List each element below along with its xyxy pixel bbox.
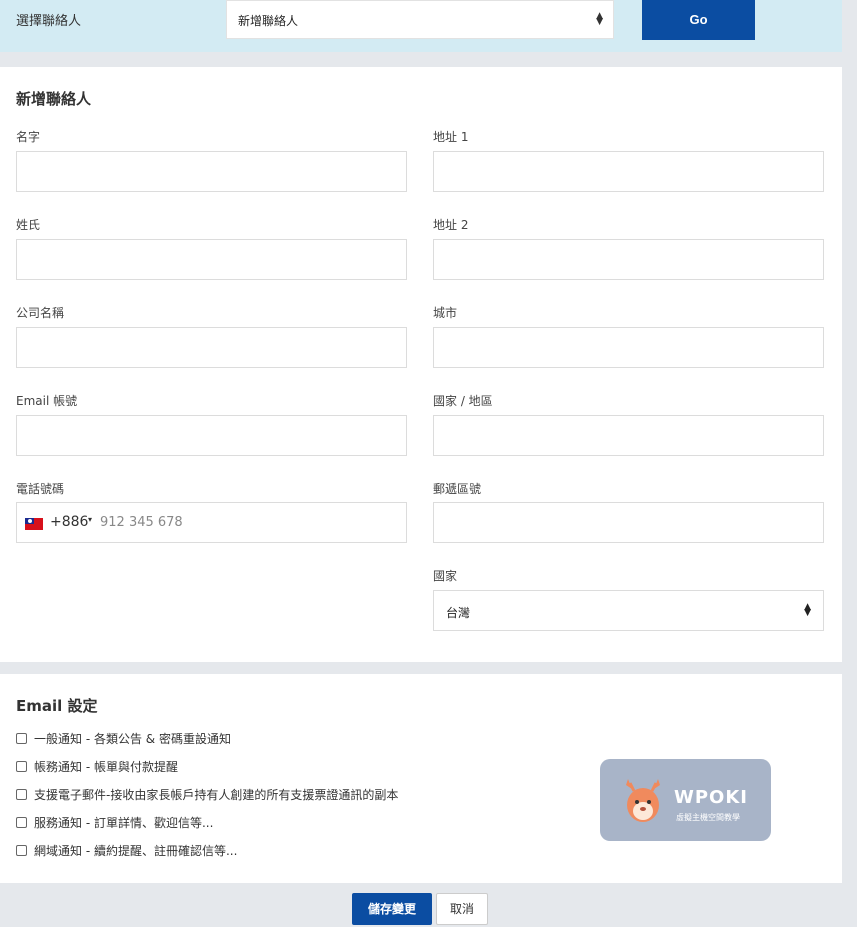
country-select-value: 台灣 [446, 606, 471, 620]
checkbox[interactable] [16, 817, 27, 828]
email-option-billing[interactable]: 帳務通知 - 帳單與付款提醒 [16, 758, 178, 775]
email-label: Email 帳號 [16, 394, 78, 408]
checkbox[interactable] [16, 789, 27, 800]
contact-select[interactable]: 新增聯絡人 ▲ ▼ [226, 0, 614, 39]
city-label: 城市 [433, 306, 458, 320]
phone-placeholder: 912 345 678 [100, 515, 183, 530]
region-input[interactable] [433, 415, 824, 456]
wpoki-watermark: WPOKI 虛擬主機空間教學 [600, 759, 771, 841]
email-settings-title: Email 設定 [16, 697, 98, 715]
deer-mascot-icon [626, 779, 660, 822]
checkbox[interactable] [16, 845, 27, 856]
checkbox[interactable] [16, 733, 27, 744]
email-option-general[interactable]: 一般通知 - 各類公告 & 密碼重設通知 [16, 730, 231, 747]
postcode-input[interactable] [433, 502, 824, 543]
contact-selector-bar: 選擇聯絡人 新增聯絡人 ▲ ▼ Go [0, 0, 842, 52]
dial-code-dropdown-icon[interactable]: ▾ [88, 515, 92, 524]
company-name-label: 公司名稱 [16, 306, 65, 320]
country-select[interactable]: 台灣 ▲ ▼ [433, 590, 824, 631]
email-option-domain[interactable]: 網域通知 - 續約提醒、註冊確認信等... [16, 842, 237, 859]
form-title: 新增聯絡人 [16, 90, 92, 108]
checkbox[interactable] [16, 761, 27, 772]
address2-input[interactable] [433, 239, 824, 280]
go-button[interactable]: Go [642, 0, 755, 40]
phone-input[interactable]: +886 ▾ 912 345 678 [16, 502, 407, 543]
select-updown-icon: ▲ ▼ [596, 11, 603, 27]
email-option-label: 一般通知 - 各類公告 & 密碼重設通知 [34, 732, 231, 746]
city-input[interactable] [433, 327, 824, 368]
last-name-input[interactable] [16, 239, 407, 280]
postcode-label: 郵遞區號 [433, 482, 482, 496]
first-name-label: 名字 [16, 130, 41, 144]
email-option-label: 支援電子郵件-接收由家長帳戶持有人創建的所有支援票證通訊的副本 [34, 788, 399, 802]
email-input[interactable] [16, 415, 407, 456]
company-name-input[interactable] [16, 327, 407, 368]
last-name-label: 姓氏 [16, 218, 41, 232]
watermark-brand: WPOKI [674, 787, 748, 808]
region-label: 國家 / 地區 [433, 394, 493, 408]
phone-label: 電話號碼 [16, 482, 65, 496]
watermark-subtitle: 虛擬主機空間教學 [676, 813, 740, 822]
email-option-support[interactable]: 支援電子郵件-接收由家長帳戶持有人創建的所有支援票證通訊的副本 [16, 786, 398, 803]
address1-input[interactable] [433, 151, 824, 192]
select-contact-label: 選擇聯絡人 [16, 14, 82, 29]
email-option-label: 網域通知 - 續約提醒、註冊確認信等... [34, 844, 238, 858]
email-option-label: 帳務通知 - 帳單與付款提醒 [34, 760, 178, 774]
cancel-button[interactable]: 取消 [436, 893, 488, 925]
email-option-label: 服務通知 - 訂單詳情、歡迎信等... [34, 816, 214, 830]
country-label: 國家 [433, 569, 458, 583]
select-updown-icon: ▲ ▼ [804, 602, 811, 618]
taiwan-flag-icon[interactable] [25, 518, 43, 530]
contact-select-value: 新增聯絡人 [238, 14, 299, 28]
address1-label: 地址 1 [433, 130, 469, 144]
email-option-service[interactable]: 服務通知 - 訂單詳情、歡迎信等... [16, 814, 213, 831]
first-name-input[interactable] [16, 151, 407, 192]
dial-code[interactable]: +886 [50, 514, 88, 530]
address2-label: 地址 2 [433, 218, 469, 232]
save-changes-button[interactable]: 儲存變更 [352, 893, 432, 925]
